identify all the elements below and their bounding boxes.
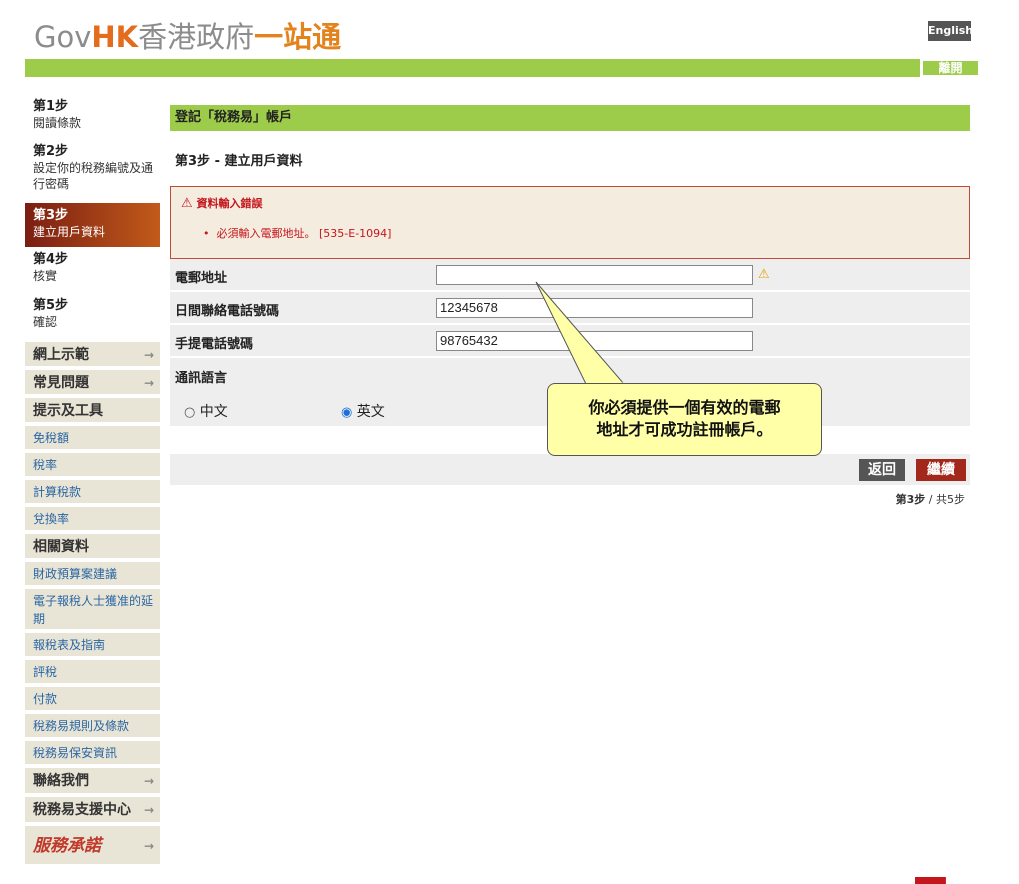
mobile-label: 手提電話號碼 — [175, 337, 254, 352]
nav-related-info-heading: 相關資料 — [25, 534, 160, 560]
radio-unchecked-icon: ○ — [184, 405, 196, 420]
arrow-right-icon: → — [143, 803, 154, 817]
nav-support-centre[interactable]: 稅務易支援中心 → — [25, 797, 160, 824]
nav-tax-rates[interactable]: 稅率 — [25, 453, 160, 478]
nav-rules-terms[interactable]: 稅務易規則及條款 — [25, 714, 160, 739]
error-box: ⚠ 資料輸入錯誤 • 必須輸入電郵地址。 [535-E-1094] — [170, 186, 970, 259]
sidebar-step-4: 第4步 核實 — [33, 252, 69, 283]
error-title: ⚠ 資料輸入錯誤 — [181, 196, 263, 211]
day-phone-label: 日間聯絡電話號碼 — [175, 304, 280, 319]
step-counter: 第3步 / 共5步 — [895, 493, 965, 506]
nav-assessment[interactable]: 評稅 — [25, 660, 160, 685]
govhk-logo[interactable]: GovHK香港政府一站通 — [34, 14, 341, 56]
page-title-bar: 登記「稅務易」帳戶 — [170, 105, 970, 131]
nav-calculate-tax[interactable]: 計算稅款 — [25, 480, 160, 505]
arrow-right-icon: → — [143, 376, 154, 390]
footer-logo-fragment: ▀▀ — [915, 877, 965, 884]
nav-exchange-rate[interactable]: 兌換率 — [25, 507, 160, 532]
nav-returns-guides[interactable]: 報稅表及指南 — [25, 633, 160, 658]
email-label: 電郵地址 — [175, 271, 228, 286]
step-title: 第3步 - 建立用戶資料 — [175, 154, 303, 169]
nav-online-demo[interactable]: 網上示範 → — [25, 342, 160, 368]
sidebar-step-2: 第2步 設定你的稅務編號及通行密碼 — [33, 144, 154, 191]
exit-button[interactable]: 離開 — [920, 59, 980, 77]
radio-chinese[interactable]: ○ 中文 — [184, 401, 228, 421]
sidebar-step-3-active: 第3步 建立用戶資料 — [25, 203, 160, 247]
warning-icon: ⚠ — [758, 267, 770, 282]
radio-checked-icon: ◉ — [341, 405, 353, 420]
nav-allowances[interactable]: 免稅額 — [25, 426, 160, 451]
top-green-bar — [25, 59, 980, 77]
continue-button[interactable]: 繼續 — [916, 459, 966, 481]
callout-tooltip: 你必須提供一個有效的電郵 地址才可成功註冊帳戶。 — [547, 383, 822, 456]
nav-security-info[interactable]: 稅務易保安資訊 — [25, 741, 160, 766]
radio-english[interactable]: ◉ 英文 — [341, 401, 385, 421]
language-label: 通訊語言 — [175, 371, 228, 386]
nav-budget[interactable]: 財政預算案建議 — [25, 562, 160, 587]
action-bar: 返回 繼續 — [170, 454, 970, 485]
back-button[interactable]: 返回 — [859, 459, 905, 481]
arrow-right-icon: → — [143, 839, 154, 853]
nav-tips-tools-heading: 提示及工具 — [25, 398, 160, 424]
callout-pointer — [535, 281, 626, 386]
arrow-right-icon: → — [143, 774, 154, 788]
sidebar-step-1: 第1步 閱讀條款 — [33, 99, 82, 130]
english-language-button[interactable]: English — [928, 21, 973, 41]
sidebar-step-5: 第5步 確認 — [33, 298, 69, 329]
warning-icon: ⚠ — [181, 196, 193, 211]
arrow-right-icon: → — [143, 348, 154, 362]
sidebar: 第1步 閱讀條款 第2步 設定你的稅務編號及通行密碼 第3步 建立用戶資料 第4步 核實… — [25, 92, 160, 867]
nav-service-pledge[interactable]: 服務承諾 → — [25, 826, 160, 866]
nav-extension[interactable]: 電子報稅人士獲准的延期 — [25, 589, 160, 631]
nav-payment[interactable]: 付款 — [25, 687, 160, 712]
nav-faq[interactable]: 常見問題 → — [25, 370, 160, 396]
nav-contact-us[interactable]: 聯絡我們 → — [25, 768, 160, 795]
error-message: • 必須輸入電郵地址。 [535-E-1094] — [203, 227, 392, 240]
bullet-icon: • — [203, 227, 210, 240]
